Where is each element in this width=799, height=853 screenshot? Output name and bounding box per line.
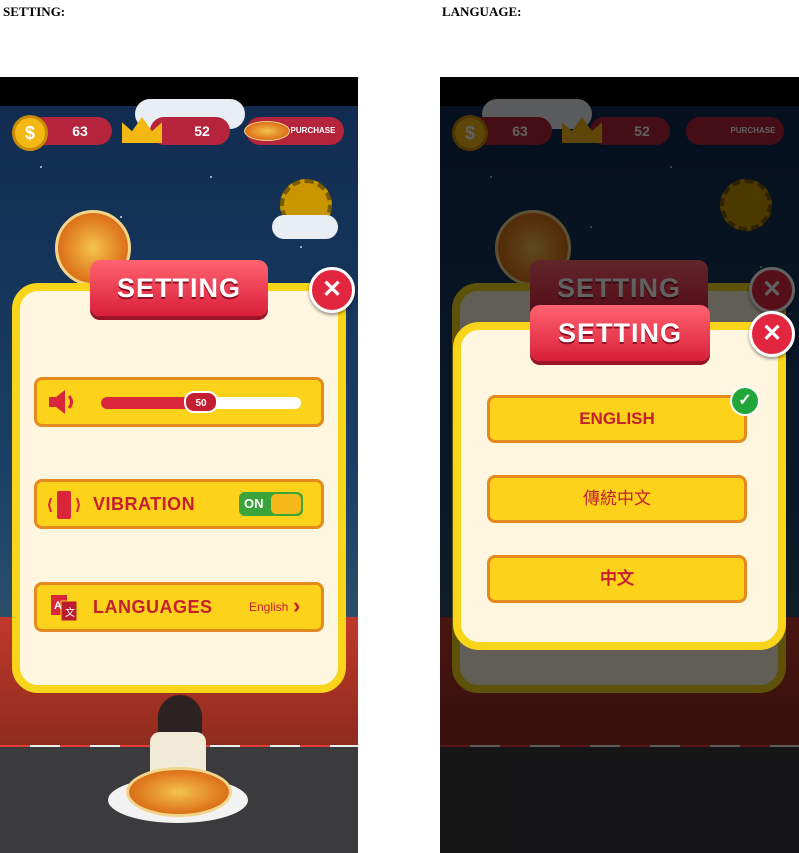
pizza-on-stand [126, 767, 232, 817]
translate-icon: A 文 [51, 595, 78, 622]
languages-label: LANGUAGES [93, 597, 213, 617]
svg-text:文: 文 [65, 606, 75, 619]
purchase-label: PURCHASE [290, 126, 336, 135]
vibration-row: VIBRATION ON [34, 479, 324, 529]
vibration-phone-icon [47, 491, 81, 519]
languages-row[interactable]: A 文 LANGUAGES English › [34, 582, 324, 632]
toggle-knob [271, 494, 301, 514]
coin-count: 63 [72, 123, 88, 139]
svg-text:A: A [54, 600, 62, 612]
setting-caption: SETTING: [3, 4, 66, 19]
language-screen: 63 $ 52 PURCHASE SETTING ✕ SETTING ✕ ENG… [440, 77, 799, 853]
language-panel-title: SETTING [530, 305, 710, 361]
crown-counter: 52 [150, 117, 230, 145]
volume-row: 50 [34, 377, 324, 427]
close-button[interactable]: ✕ [309, 267, 355, 313]
dollar-coin-icon: $ [12, 115, 48, 151]
setting-title: SETTING [90, 260, 268, 316]
volume-slider-track[interactable]: 50 [101, 391, 301, 413]
language-option-traditional-chinese[interactable]: 傳統中文 [487, 475, 747, 523]
vibration-label: VIBRATION [93, 494, 196, 514]
language-option-simplified-chinese[interactable]: 中文 [487, 555, 747, 603]
vibration-toggle[interactable]: ON [239, 492, 303, 516]
cloud-icon [272, 215, 338, 239]
volume-slider-knob[interactable]: 50 [184, 391, 218, 413]
vibration-toggle-state: ON [244, 496, 264, 511]
pizza-icon [244, 121, 290, 141]
languages-current-value: English [249, 600, 289, 614]
speaker-icon[interactable] [47, 388, 77, 416]
crown-count: 52 [194, 123, 210, 139]
language-option-english[interactable]: ENGLISH [487, 395, 747, 443]
checkmark-icon: ✓ [730, 386, 760, 416]
language-caption: LANGUAGE: [442, 4, 522, 19]
setting-screen: 63 $ 52 PURCHASE SETTING ✕ 50 VIBRATION … [0, 77, 358, 853]
close-button[interactable]: ✕ [749, 311, 795, 357]
chevron-right-icon: › [293, 593, 301, 618]
